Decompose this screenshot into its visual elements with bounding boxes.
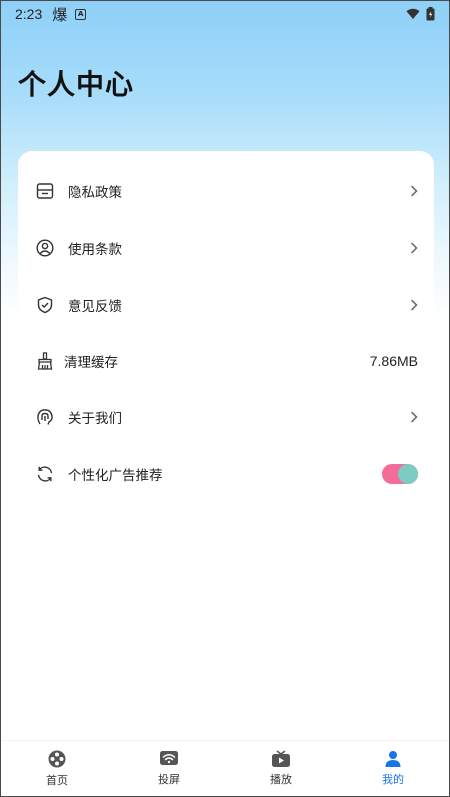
chevron-right-icon bbox=[410, 299, 418, 311]
person-icon bbox=[384, 750, 402, 768]
chevron-right-icon bbox=[410, 411, 418, 423]
cache-size-value: 7.86MB bbox=[369, 353, 418, 369]
menu-item-clear-cache[interactable]: 清理缓存 7.86MB bbox=[18, 333, 434, 389]
app-screen: 2:23 爆 A 个人中心 隐私政策 使用条款 意见反馈 清理缓存 7.86MB… bbox=[0, 0, 450, 797]
toggle-knob bbox=[398, 464, 418, 484]
tab-mine[interactable]: 我的 bbox=[337, 741, 449, 796]
notification-badge-icon: A bbox=[75, 8, 87, 20]
menu-item-label: 意见反馈 bbox=[68, 299, 122, 315]
notification-app-icon: 爆 bbox=[52, 5, 68, 24]
privacy-icon bbox=[34, 180, 56, 202]
tab-cast[interactable]: 投屏 bbox=[113, 741, 225, 796]
wifi-icon bbox=[406, 8, 420, 20]
status-time: 2:23 bbox=[15, 6, 43, 22]
tab-label: 投屏 bbox=[158, 773, 180, 786]
user-terms-icon bbox=[34, 237, 56, 259]
menu-item-privacy-policy[interactable]: 隐私政策 bbox=[18, 163, 434, 219]
ad-toggle[interactable] bbox=[382, 464, 418, 484]
chevron-right-icon bbox=[410, 242, 418, 254]
shield-feedback-icon bbox=[34, 294, 56, 316]
brush-icon bbox=[34, 350, 56, 372]
tv-play-icon bbox=[271, 750, 291, 768]
battery-icon bbox=[426, 7, 435, 21]
refresh-icon bbox=[34, 463, 56, 485]
bottom-tab-bar: 首页 投屏 播放 我的 bbox=[1, 740, 449, 796]
tab-label: 首页 bbox=[46, 774, 68, 787]
tab-play[interactable]: 播放 bbox=[225, 741, 337, 796]
tab-label: 我的 bbox=[382, 773, 404, 786]
menu-item-label: 个性化广告推荐 bbox=[68, 468, 163, 484]
menu-item-about-us[interactable]: 关于我们 bbox=[18, 389, 434, 445]
tab-label: 播放 bbox=[270, 773, 292, 786]
page-title: 个人中心 bbox=[18, 68, 135, 101]
toggle-track[interactable] bbox=[382, 464, 418, 484]
film-reel-icon bbox=[47, 749, 67, 769]
status-bar: 2:23 爆 A bbox=[1, 1, 449, 27]
status-icons bbox=[406, 7, 435, 21]
menu-item-label: 关于我们 bbox=[68, 411, 122, 427]
menu-item-label: 隐私政策 bbox=[68, 185, 122, 201]
menu-item-personalized-ads: 个性化广告推荐 bbox=[18, 446, 434, 502]
menu-item-label: 清理缓存 bbox=[64, 355, 118, 371]
menu-item-label: 使用条款 bbox=[68, 242, 122, 258]
menu-item-terms-of-use[interactable]: 使用条款 bbox=[18, 220, 434, 276]
menu-item-feedback[interactable]: 意见反馈 bbox=[18, 277, 434, 333]
tab-home[interactable]: 首页 bbox=[1, 741, 113, 796]
chevron-right-icon bbox=[410, 185, 418, 197]
about-icon bbox=[34, 406, 56, 428]
cast-icon bbox=[159, 750, 179, 768]
settings-card: 隐私政策 使用条款 意见反馈 清理缓存 7.86MB 关于我们 个性化广告推荐 bbox=[18, 151, 434, 741]
